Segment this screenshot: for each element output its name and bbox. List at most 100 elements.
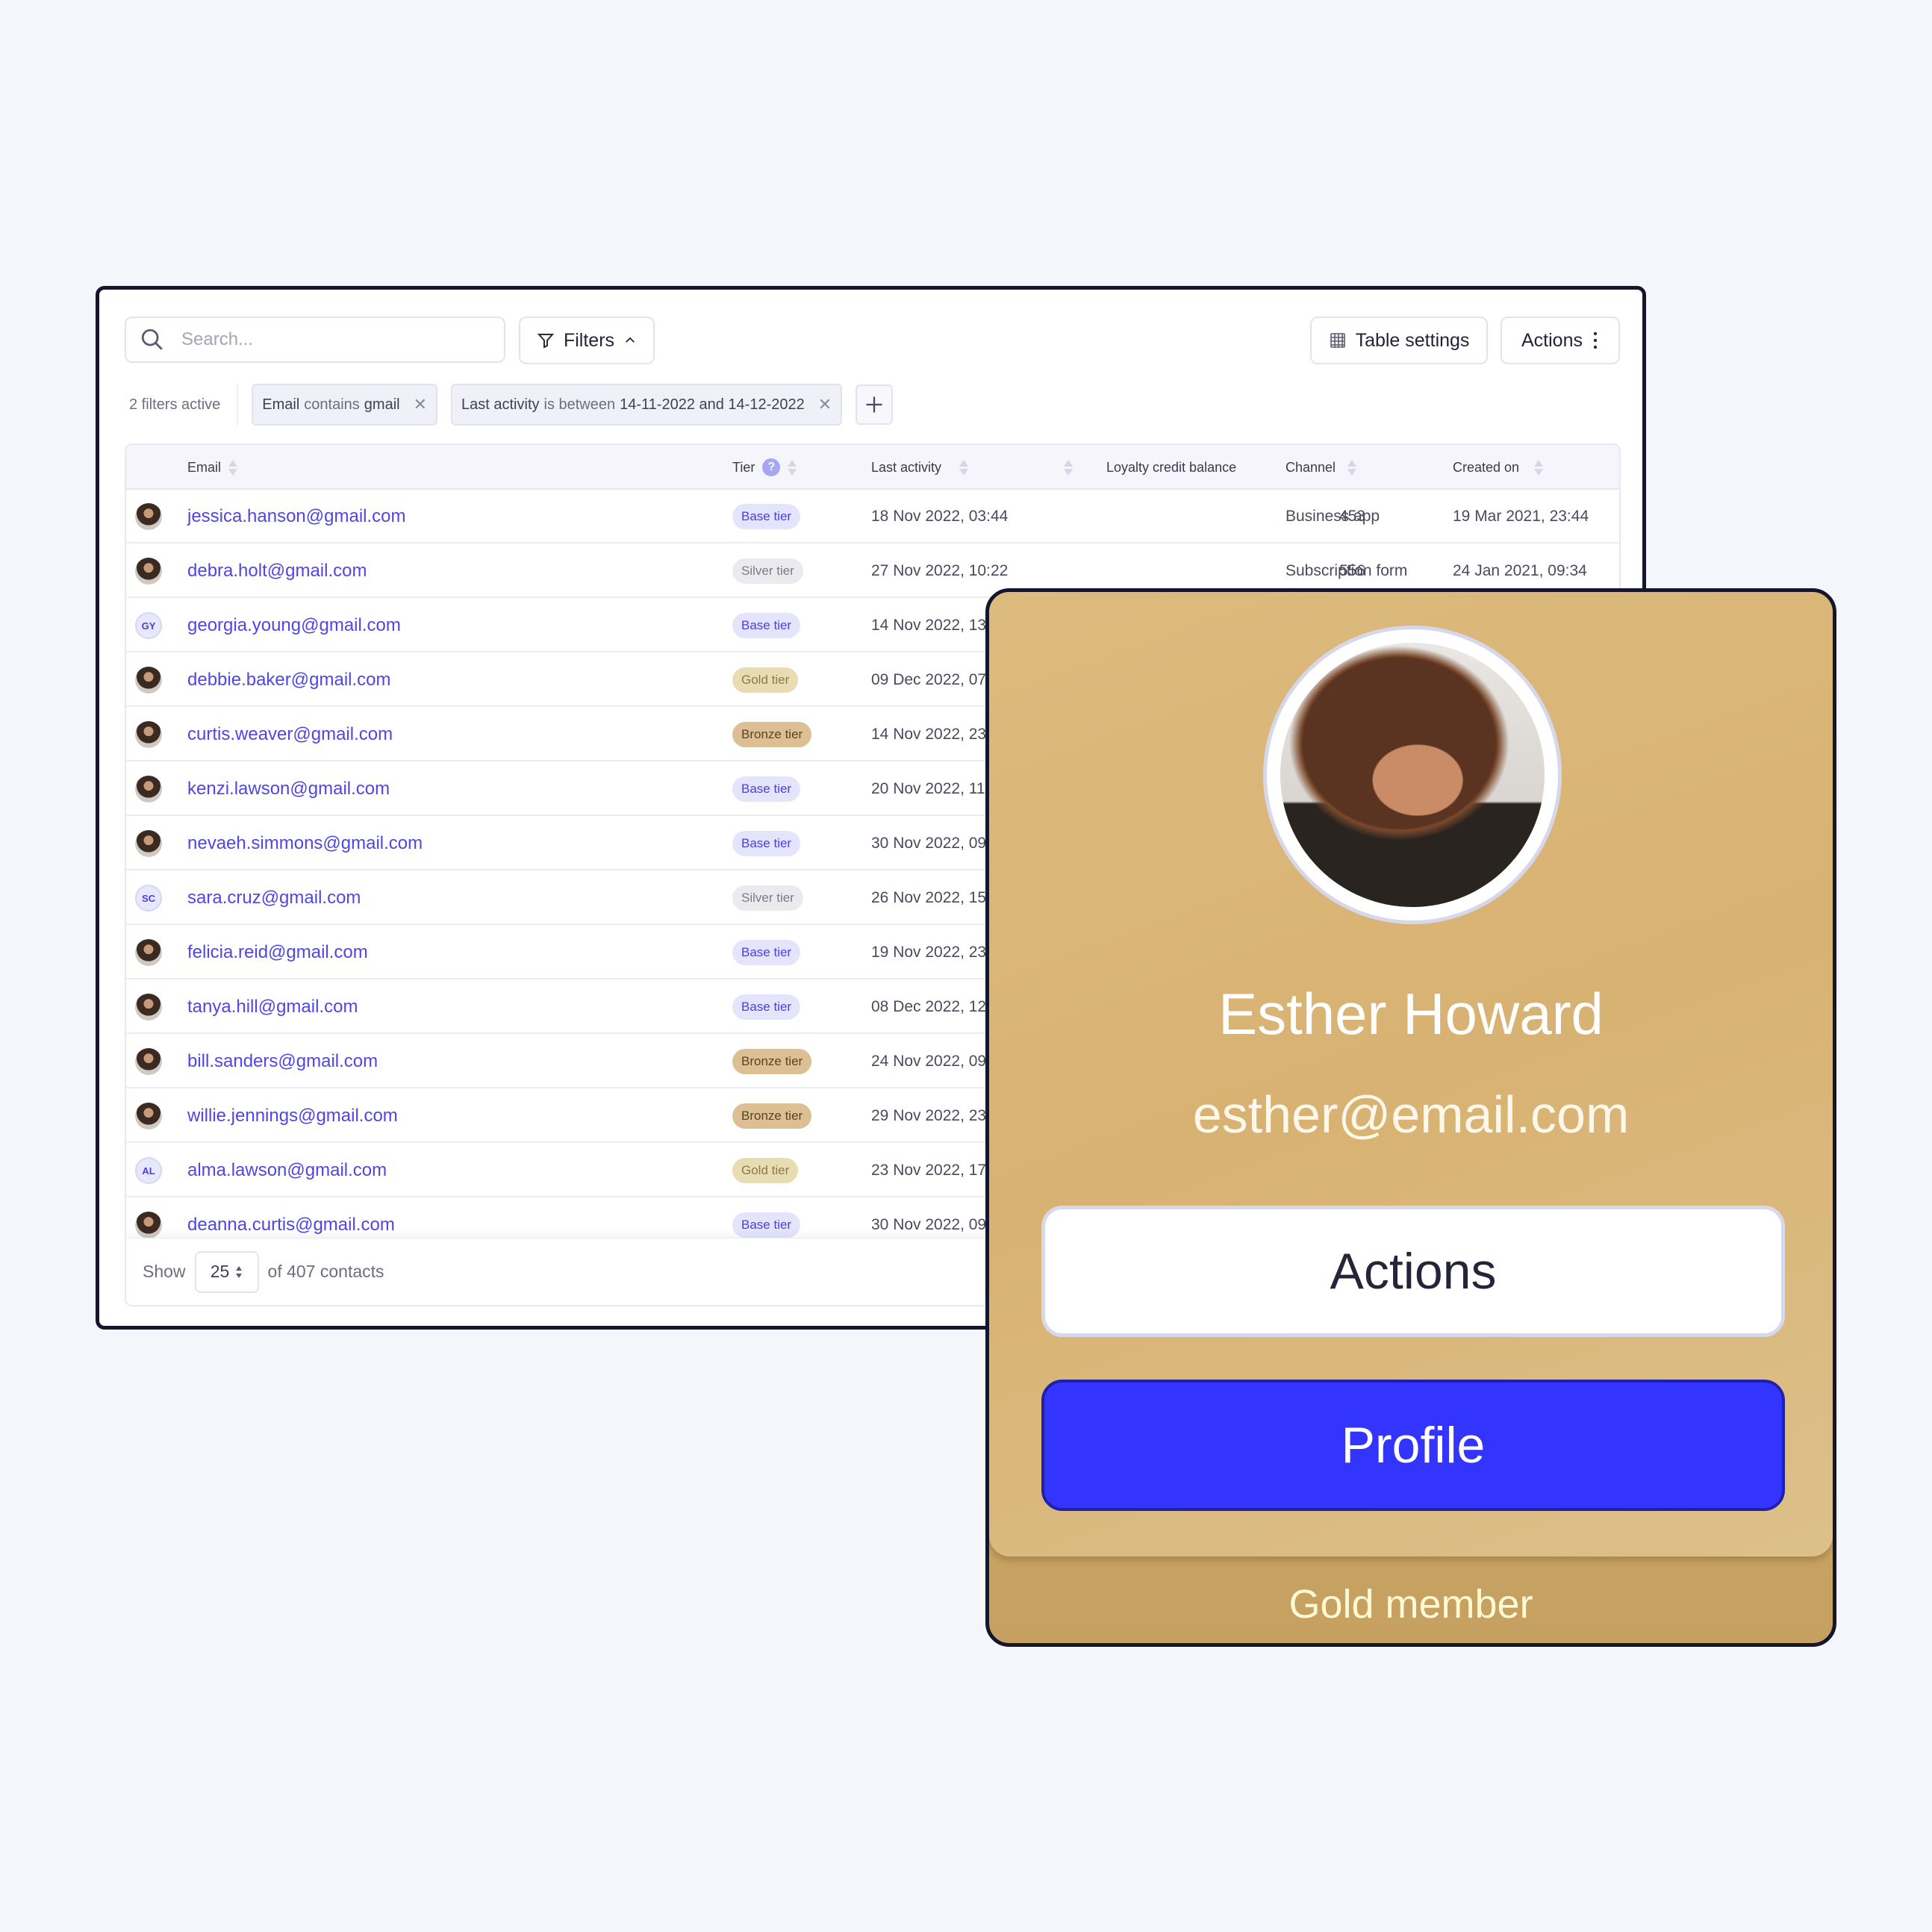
email-link[interactable]: felicia.reid@gmail.com: [187, 926, 368, 979]
tier-cell: Bronze tier: [732, 1035, 812, 1088]
search-box[interactable]: [125, 317, 505, 363]
table-settings-button[interactable]: Table settings: [1310, 317, 1488, 364]
profile-name: Esther Howard: [1218, 981, 1604, 1047]
email-link[interactable]: nevaeh.simmons@gmail.com: [187, 817, 423, 870]
tier-cell: Base tier: [732, 817, 801, 870]
avatar-cell: [135, 490, 162, 543]
total-contacts: of 407 contacts: [267, 1262, 384, 1281]
sort-icon[interactable]: [959, 459, 969, 476]
tier-cell: Bronze tier: [732, 708, 812, 761]
column-channel[interactable]: Channel: [1286, 445, 1357, 490]
column-label: Tier: [732, 459, 755, 475]
filter-chip-email[interactable]: Email contains gmail ✕: [252, 384, 438, 426]
column-label: Channel: [1286, 459, 1336, 475]
last-activity: 30 Nov 2022, 09: [871, 1216, 987, 1233]
tier-badge: Bronze tier: [732, 722, 812, 747]
avatar-cell: [135, 653, 162, 707]
email-link[interactable]: debbie.baker@gmail.com: [187, 653, 391, 707]
email-link[interactable]: deanna.curtis@gmail.com: [187, 1198, 395, 1238]
email-link[interactable]: georgia.young@gmail.com: [187, 599, 401, 652]
close-icon[interactable]: ✕: [818, 395, 832, 414]
email-link[interactable]: debra.holt@gmail.com: [187, 544, 367, 598]
chip-value: gmail: [364, 396, 400, 413]
add-filter-button[interactable]: [856, 384, 894, 425]
filter-chip-last-activity[interactable]: Last activity is between 14-11-2022 and …: [451, 384, 843, 426]
last-activity: 26 Nov 2022, 15:: [871, 889, 991, 906]
filter-icon: [537, 334, 555, 349]
sort-icon[interactable]: [1534, 459, 1544, 476]
profile-email: esther@email.com: [1192, 1085, 1630, 1144]
tier-badge: Gold tier: [732, 667, 799, 693]
last-activity: 29 Nov 2022, 23: [871, 1107, 987, 1124]
column-label: Created on: [1453, 459, 1520, 475]
actions-button[interactable]: Actions: [1501, 317, 1620, 364]
email-link[interactable]: curtis.weaver@gmail.com: [187, 708, 393, 761]
tier-cell: Silver tier: [732, 871, 803, 925]
filters-count: 2 filters active: [129, 384, 239, 426]
avatar-cell: [135, 1089, 162, 1143]
email-link[interactable]: sara.cruz@gmail.com: [187, 871, 361, 925]
help-icon[interactable]: ?: [762, 458, 781, 476]
column-loyalty[interactable]: Loyalty credit balance: [1106, 445, 1236, 490]
column-email[interactable]: Email: [187, 445, 238, 490]
profile-actions-button[interactable]: Actions: [1041, 1206, 1785, 1337]
tier-cell: Gold tier: [732, 653, 799, 707]
column-created[interactable]: Created on: [1453, 445, 1544, 490]
tier-cell: Base tier: [732, 762, 801, 816]
profile-avatar: [1263, 626, 1562, 924]
email-link[interactable]: willie.jennings@gmail.com: [187, 1089, 398, 1143]
show-label: Show: [143, 1262, 186, 1281]
table-row[interactable]: jessica.hanson@gmail.com Base tier 18 Nov …: [126, 490, 1619, 543]
last-activity: 14 Nov 2022, 13:: [871, 617, 991, 634]
sort-icon[interactable]: [228, 459, 238, 476]
active-filters: 2 filters active Email contains gmail ✕ …: [129, 383, 894, 426]
column-loyalty-sort[interactable]: [1064, 445, 1073, 490]
avatar: [135, 994, 162, 1020]
tier-badge: Base tier: [732, 776, 801, 802]
page-size-value: 25: [210, 1262, 230, 1281]
email-link[interactable]: alma.lawson@gmail.com: [187, 1144, 387, 1197]
email-link[interactable]: bill.sanders@gmail.com: [187, 1035, 378, 1088]
membership-tier: Gold member: [1288, 1582, 1533, 1627]
tier-badge: Base tier: [732, 994, 801, 1020]
column-tier[interactable]: Tier ?: [732, 445, 797, 490]
sort-icon[interactable]: [788, 459, 797, 476]
search-input[interactable]: [181, 329, 465, 350]
avatar-cell: GY: [135, 599, 162, 652]
column-label: Last activity: [871, 459, 942, 475]
avatar-cell: [135, 817, 162, 870]
sort-icon[interactable]: [1347, 459, 1357, 476]
tier-badge: Base tier: [732, 613, 801, 638]
avatar-cell: [135, 1198, 162, 1238]
avatar: [135, 503, 162, 530]
avatar-cell: [135, 544, 162, 598]
avatar: [135, 667, 162, 694]
profile-button[interactable]: Profile: [1041, 1380, 1785, 1511]
close-icon[interactable]: ✕: [414, 395, 427, 414]
avatar: [135, 939, 162, 966]
filters-label: Filters: [563, 329, 615, 351]
avatar-initials: AL: [135, 1157, 162, 1184]
email-link[interactable]: kenzi.lawson@gmail.com: [187, 762, 390, 816]
filters-button[interactable]: Filters: [519, 317, 655, 364]
last-activity: 30 Nov 2022, 09: [871, 835, 987, 852]
table-header: Email Tier ? Last activity Loyalty credi…: [126, 445, 1619, 490]
tier-badge: Base tier: [732, 831, 801, 856]
page-size-select[interactable]: 25: [194, 1250, 259, 1293]
sort-icon[interactable]: [1064, 459, 1073, 476]
email-link[interactable]: jessica.hanson@gmail.com: [187, 490, 406, 543]
tier-badge: Base tier: [732, 504, 801, 529]
tier-badge: Base tier: [732, 1212, 801, 1238]
last-activity: 09 Dec 2022, 07: [871, 671, 987, 688]
table-grid-icon: [1330, 333, 1345, 348]
tier-badge: Base tier: [732, 940, 801, 965]
last-activity: 14 Nov 2022, 23:: [871, 726, 991, 743]
last-activity: 19 Nov 2022, 23:: [871, 944, 991, 961]
column-last-activity[interactable]: Last activity: [871, 445, 969, 490]
avatar: [135, 1103, 162, 1129]
last-activity: 08 Dec 2022, 12:: [871, 998, 991, 1015]
search-icon: [141, 328, 163, 350]
chip-op: is between: [543, 396, 616, 413]
email-link[interactable]: tanya.hill@gmail.com: [187, 980, 358, 1034]
profile-card: Esther Howard esther@email.com Actions P…: [985, 588, 1836, 1647]
